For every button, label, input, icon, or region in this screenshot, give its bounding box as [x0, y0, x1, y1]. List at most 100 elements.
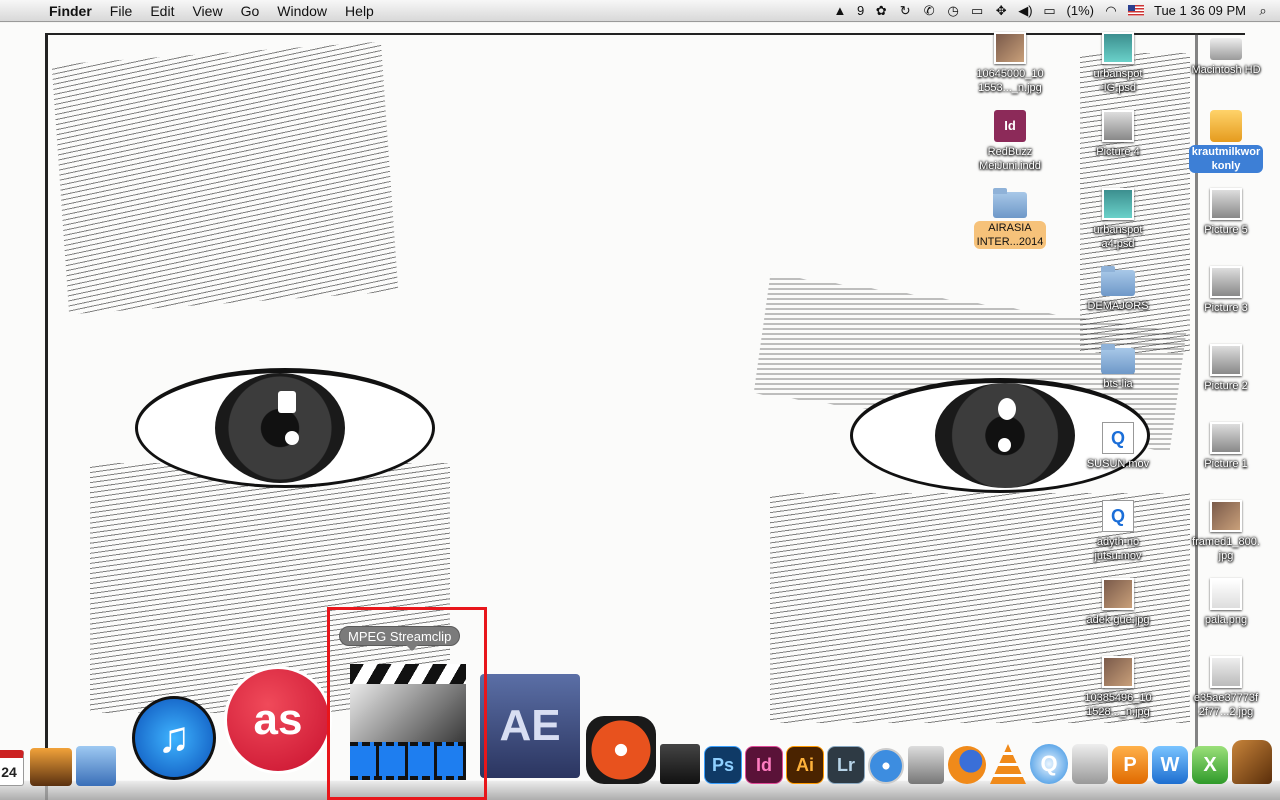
menu-go[interactable]: Go: [232, 0, 269, 22]
desktop-file-adek-gue[interactable]: adek gue.jpg: [1063, 578, 1173, 628]
desktop-file-redbuzz[interactable]: Id RedBuzz MeiJuni.indd: [955, 110, 1065, 174]
screenshot-file-icon: [1210, 188, 1242, 220]
desktop-file-urbanspot-ig[interactable]: urbanspot -IG.psd: [1063, 32, 1173, 96]
indesign-file-icon: Id: [994, 110, 1026, 142]
photoshop-icon: Ps: [704, 746, 742, 784]
spotlight-icon[interactable]: ⌕: [1256, 3, 1270, 19]
quicktime-icon: Q: [1030, 744, 1068, 784]
dock-garageband[interactable]: [1232, 740, 1272, 784]
display-icon[interactable]: ▭: [970, 3, 984, 19]
dock: 24 ♫ as AE Ps Id Ai Lr Q P W X: [0, 660, 1280, 800]
dock-lightroom[interactable]: Lr: [827, 746, 865, 784]
dock-reason[interactable]: [586, 716, 656, 784]
mpeg-streamclip-icon: [350, 664, 466, 780]
desktop-file-picture-5[interactable]: Picture 5: [1171, 188, 1280, 238]
desktop-file-picture-4[interactable]: Picture 4: [1063, 110, 1173, 160]
psd-file-icon: [1102, 32, 1134, 64]
dock-iphoto[interactable]: [30, 748, 72, 786]
dock-excel[interactable]: X: [1192, 746, 1228, 784]
folder-icon: [1101, 266, 1135, 296]
excel-icon: X: [1192, 746, 1228, 784]
screenshot-file-icon: [1102, 110, 1134, 142]
battery-icon[interactable]: ▭: [1043, 3, 1057, 19]
desktop-folder-bts-lia[interactable]: bts-lia: [1063, 344, 1173, 392]
dock-powerpoint[interactable]: P: [1112, 746, 1148, 784]
adobe-update-count: 9: [856, 3, 865, 18]
ical-icon: 24: [0, 750, 24, 786]
dock-safari[interactable]: [868, 748, 904, 784]
desktop-folder-airasia[interactable]: AIRASIA INTER...2014: [955, 188, 1065, 250]
sync-icon[interactable]: ↻: [898, 3, 912, 19]
image-file-icon: [994, 32, 1026, 64]
dock-indesign[interactable]: Id: [745, 746, 783, 784]
lightroom-icon: Lr: [827, 746, 865, 784]
desktop-usb-krautmilkworkonly[interactable]: krautmilkwor konly: [1171, 110, 1280, 174]
wifi-icon[interactable]: ◠: [1104, 3, 1118, 19]
desktop-file-urbanspot-a4[interactable]: urbanspot a4.psd: [1063, 188, 1173, 252]
folder-icon: [1101, 344, 1135, 374]
firefox-icon: [948, 746, 986, 784]
move-icon[interactable]: ✥: [994, 3, 1008, 19]
dock-photoshop[interactable]: Ps: [704, 746, 742, 784]
film-strip: [350, 742, 466, 780]
image-file-icon: [1210, 578, 1242, 610]
dock-final-cut[interactable]: [660, 744, 700, 784]
dock-ical[interactable]: 24: [0, 750, 24, 786]
desktop-file-picture-3[interactable]: Picture 3: [1171, 266, 1280, 316]
desktop-file-susun-mov[interactable]: Q SUSUN.mov: [1063, 422, 1173, 472]
reason-icon: [586, 716, 656, 784]
dock-itunes[interactable]: ♫: [132, 696, 216, 780]
menu-bar: Finder File Edit View Go Window Help ▲ 9…: [0, 0, 1280, 22]
desktop-file-pala[interactable]: pala.png: [1171, 578, 1280, 628]
dock-after-effects[interactable]: AE: [480, 674, 580, 778]
dock-quicktime[interactable]: Q: [1030, 744, 1068, 784]
utility-icon: [1072, 744, 1108, 784]
indesign-icon: Id: [745, 746, 783, 784]
dock-mail[interactable]: [76, 746, 116, 786]
vlc-icon: [990, 744, 1026, 784]
desktop-folder-demajors[interactable]: DEMAJORS: [1063, 266, 1173, 314]
dock-word[interactable]: W: [1152, 746, 1188, 784]
clock[interactable]: Tue 1 36 09 PM: [1154, 3, 1246, 18]
volume-icon[interactable]: ◀): [1018, 3, 1032, 19]
word-icon: W: [1152, 746, 1188, 784]
adobe-updater-icon[interactable]: ▲: [833, 3, 847, 18]
time-machine-icon[interactable]: ◷: [946, 3, 960, 19]
powerpoint-icon: P: [1112, 746, 1148, 784]
itunes-icon: ♫: [132, 696, 216, 780]
desktop-file-adyth-mov[interactable]: Q adyth no jutsu.mov: [1063, 500, 1173, 564]
input-flag-icon[interactable]: [1127, 5, 1144, 16]
dock-firefox[interactable]: [948, 746, 986, 784]
garageband-icon: [1232, 740, 1272, 784]
dock-vlc[interactable]: [990, 744, 1026, 784]
hard-disk-icon: [1210, 38, 1242, 60]
hatch-forehead-left: [51, 41, 399, 315]
menu-window[interactable]: Window: [268, 0, 336, 22]
menu-finder[interactable]: Finder: [40, 0, 101, 22]
desktop-file-picture-2[interactable]: Picture 2: [1171, 344, 1280, 394]
left-eye-illustration: [135, 368, 435, 488]
clapper-stripes: [350, 664, 466, 684]
menu-edit[interactable]: Edit: [141, 0, 183, 22]
desktop-file-framed1[interactable]: framed1_800. jpg: [1171, 500, 1280, 564]
screenshot-file-icon: [1210, 422, 1242, 454]
dock-tooltip: MPEG Streamclip: [339, 626, 461, 651]
desktop-file-picture-1[interactable]: Picture 1: [1171, 422, 1280, 472]
paw-icon[interactable]: ✿: [874, 3, 888, 19]
dock-utility[interactable]: [1072, 744, 1108, 784]
dock-illustrator[interactable]: Ai: [786, 746, 824, 784]
image-file-icon: [1210, 500, 1242, 532]
illustrator-icon: Ai: [786, 746, 824, 784]
desktop-file-10645000[interactable]: 10645000_10 1553..._n.jpg: [955, 32, 1065, 96]
menu-view[interactable]: View: [183, 0, 231, 22]
final-cut-icon: [660, 744, 700, 784]
menu-help[interactable]: Help: [336, 0, 383, 22]
phone-icon[interactable]: ✆: [922, 3, 936, 19]
after-effects-icon: AE: [480, 674, 580, 778]
menu-file[interactable]: File: [101, 0, 142, 22]
dock-image-capture[interactable]: [908, 746, 944, 784]
desktop-macintosh-hd[interactable]: Macintosh HD: [1171, 32, 1280, 78]
dock-lastfm[interactable]: as: [224, 666, 332, 774]
dock-mpeg-streamclip[interactable]: [350, 664, 466, 780]
folder-icon: [993, 188, 1027, 218]
